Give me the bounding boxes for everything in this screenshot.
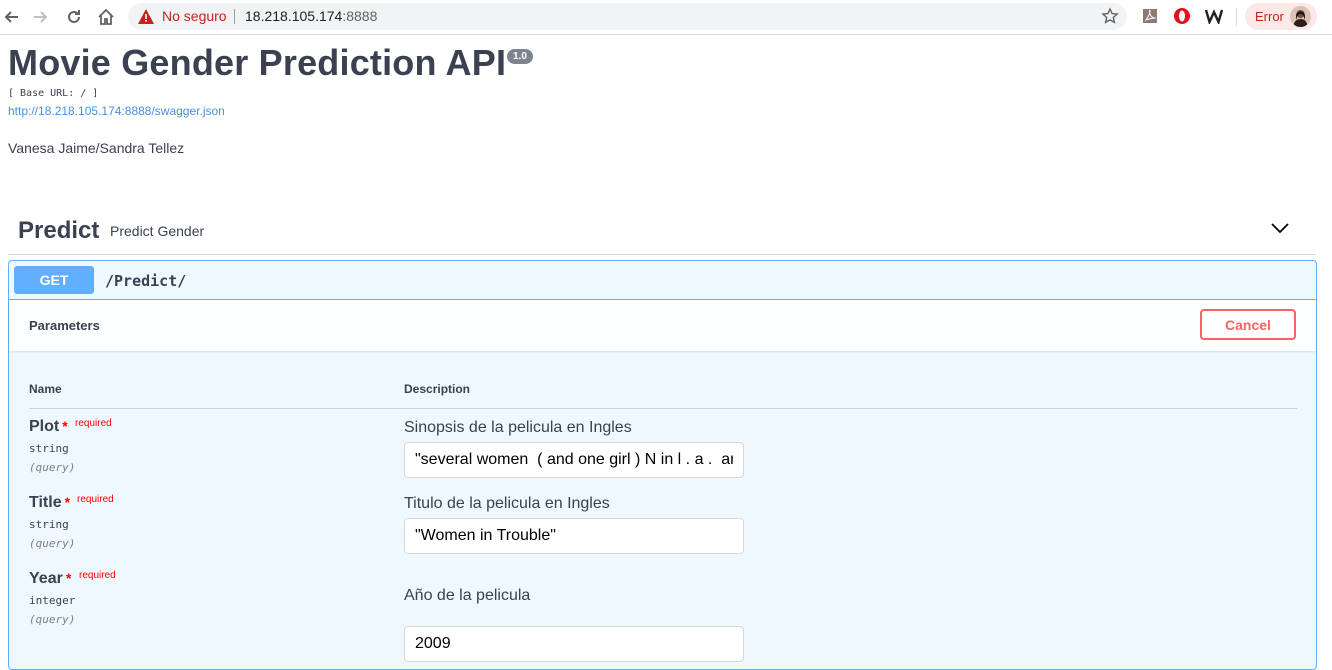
http-method-badge: GET bbox=[14, 266, 94, 294]
required-label: required bbox=[75, 418, 112, 429]
column-header-name: Name bbox=[29, 382, 62, 396]
pdf-extension-icon[interactable] bbox=[1141, 7, 1159, 25]
header-divider bbox=[29, 408, 1297, 409]
home-icon[interactable] bbox=[95, 6, 117, 28]
url-port: :8888 bbox=[342, 8, 378, 24]
w-extension-icon[interactable] bbox=[1205, 7, 1223, 25]
address-bar[interactable]: No seguro 18.218.105.174:8888 bbox=[128, 3, 1127, 30]
title-input[interactable] bbox=[404, 518, 744, 554]
page-title: Movie Gender Prediction API bbox=[8, 42, 507, 83]
param-name-plot: Plot * bbox=[29, 418, 68, 436]
plot-input[interactable] bbox=[404, 442, 744, 478]
reload-icon[interactable] bbox=[63, 6, 85, 28]
chevron-down-icon[interactable] bbox=[1270, 221, 1290, 240]
security-label[interactable]: No seguro bbox=[162, 8, 227, 24]
year-input[interactable] bbox=[404, 626, 744, 662]
warning-icon[interactable] bbox=[138, 9, 154, 29]
avatar bbox=[1290, 6, 1311, 27]
api-description: Vanesa Jaime/Sandra Tellez bbox=[8, 140, 185, 156]
param-type: string bbox=[29, 518, 69, 531]
required-star: * bbox=[62, 418, 68, 434]
required-label: required bbox=[79, 570, 116, 581]
param-description-year: Año de la pelicula bbox=[404, 587, 531, 604]
base-url: [ Base URL: / ] bbox=[8, 88, 99, 99]
version-badge: 1.0 bbox=[507, 49, 533, 64]
tag-name: Predict bbox=[18, 217, 100, 244]
cancel-button[interactable]: Cancel bbox=[1200, 309, 1296, 340]
operation-block: GET /Predict/ Parameters Cancel Name Des… bbox=[8, 260, 1317, 670]
param-description-plot: Sinopsis de la pelicula en Ingles bbox=[404, 419, 632, 436]
tag-description: Predict Gender bbox=[110, 223, 205, 239]
param-type: integer bbox=[29, 594, 76, 607]
param-name-text: Title bbox=[29, 494, 62, 511]
star-icon[interactable] bbox=[1101, 7, 1119, 30]
parameters-title: Parameters bbox=[29, 318, 100, 333]
back-arrow-icon[interactable] bbox=[0, 6, 22, 28]
param-location: (query) bbox=[29, 461, 76, 474]
swagger-json-link[interactable]: http://18.218.105.174:8888/swagger.json bbox=[8, 104, 225, 118]
forward-arrow-icon[interactable] bbox=[30, 6, 52, 28]
tag-section-header[interactable]: Predict Predict Gender bbox=[8, 208, 1316, 255]
required-star: * bbox=[65, 570, 72, 586]
required-label: required bbox=[77, 494, 114, 505]
operation-summary[interactable]: GET /Predict/ bbox=[9, 261, 1316, 300]
required-star: * bbox=[64, 494, 71, 510]
param-name-text: Year bbox=[29, 570, 63, 587]
param-name-year: Year * bbox=[29, 570, 71, 588]
param-name-text: Plot bbox=[29, 418, 60, 435]
param-location: (query) bbox=[29, 537, 76, 550]
column-header-description: Description bbox=[404, 382, 471, 396]
param-description-title: Titulo de la pelicula en Ingles bbox=[404, 495, 610, 512]
param-type: string bbox=[29, 442, 69, 455]
param-location: (query) bbox=[29, 613, 76, 626]
parameters-header: Parameters Cancel bbox=[9, 300, 1316, 351]
api-info: Movie Gender Prediction API 1.0 bbox=[8, 42, 533, 84]
opera-extension-icon[interactable] bbox=[1173, 7, 1191, 25]
url-text[interactable]: 18.218.105.174:8888 bbox=[245, 8, 377, 24]
toolbar-divider bbox=[1236, 8, 1237, 26]
param-name-title: Title * bbox=[29, 494, 70, 512]
operation-path: /Predict/ bbox=[105, 272, 187, 290]
omnibox-divider bbox=[234, 9, 235, 24]
profile-status: Error bbox=[1255, 9, 1284, 24]
profile-button[interactable]: Error bbox=[1245, 3, 1317, 30]
browser-toolbar: No seguro 18.218.105.174:8888 Error bbox=[0, 0, 1332, 35]
url-host: 18.218.105.174 bbox=[245, 8, 343, 24]
